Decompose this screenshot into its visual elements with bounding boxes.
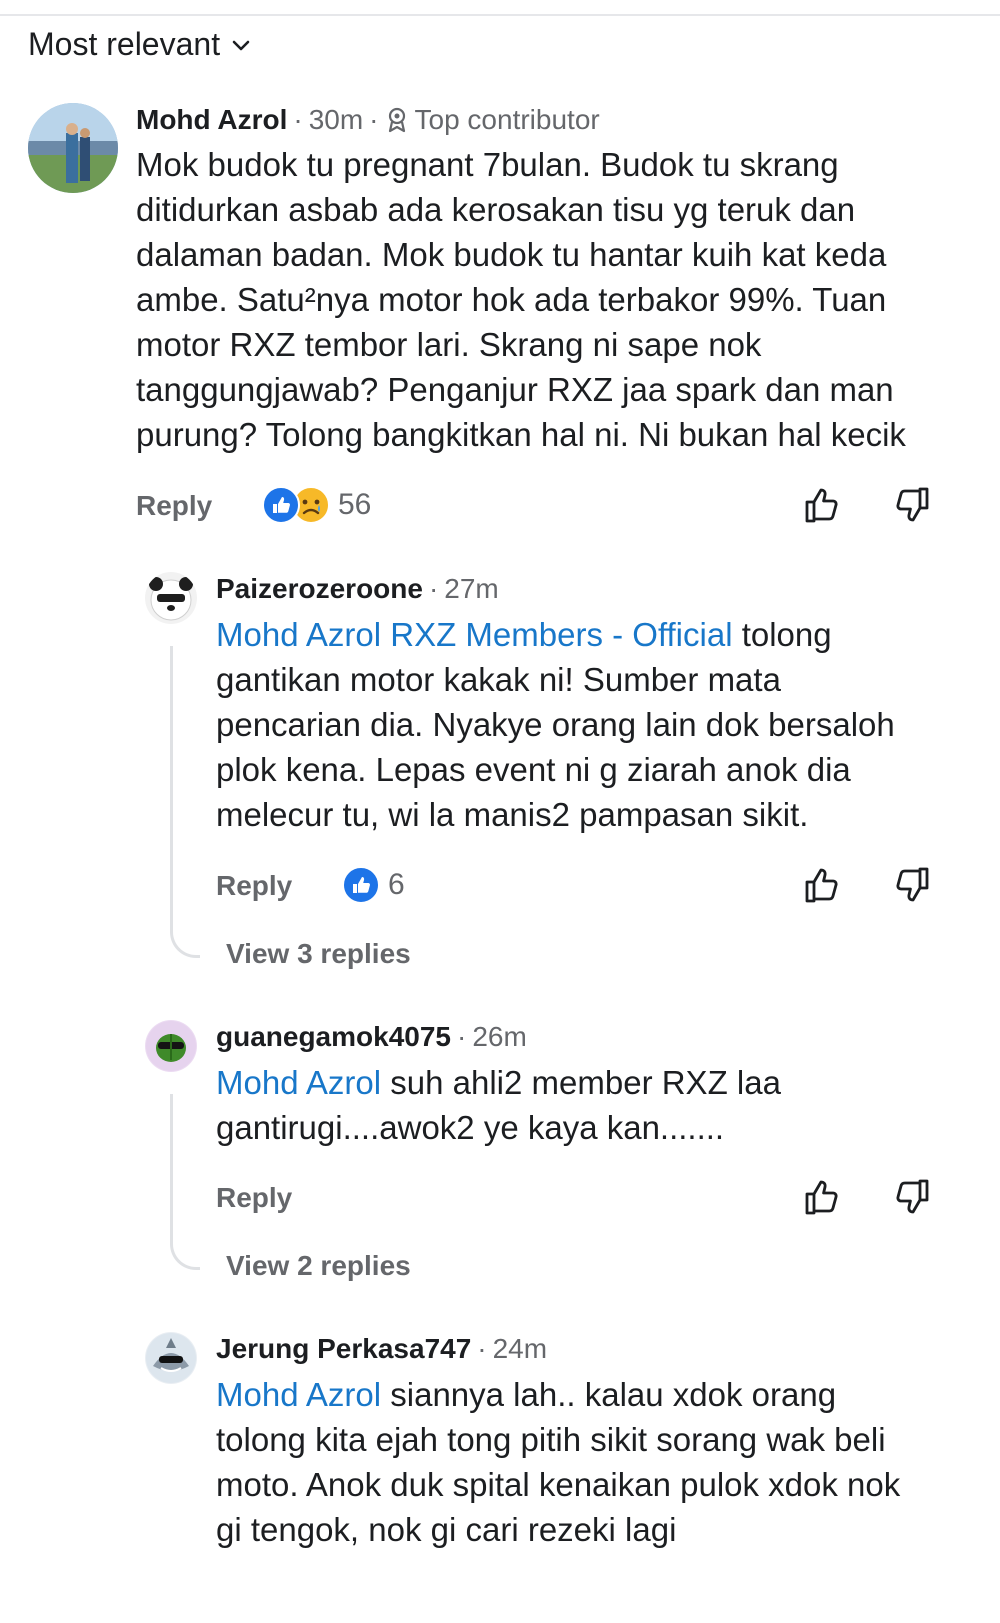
reaction-count: 56 xyxy=(338,488,372,521)
thumbs-down-icon[interactable] xyxy=(890,1176,932,1218)
thumbs-up-icon[interactable] xyxy=(802,484,844,526)
sort-label: Most relevant xyxy=(28,26,221,62)
avatar[interactable] xyxy=(145,1332,197,1384)
reaction-summary[interactable]: 56 xyxy=(262,486,371,524)
comment-line: suh ahli2 member RXZ laa xyxy=(381,1064,781,1101)
comment-line: gantikan motor kakak ni! Sumber mata xyxy=(216,661,781,698)
comment-line: tolong xyxy=(732,616,832,653)
view-replies-button[interactable]: View 2 replies xyxy=(226,1250,411,1282)
comment-line: Mok budok tu pregnant 7bulan. Budok tu s… xyxy=(136,146,839,183)
separator: · xyxy=(477,1333,487,1364)
reply-button[interactable]: Reply xyxy=(216,1182,292,1214)
mention-link[interactable]: Mohd Azrol xyxy=(216,1064,381,1101)
comment-line: purung? Tolong bangkitkan hal ni. Ni buk… xyxy=(136,416,906,453)
reply-button[interactable]: Reply xyxy=(136,490,212,522)
thumbs-up-icon[interactable] xyxy=(802,1176,844,1218)
top-contributor-badge: Top contributor xyxy=(385,104,600,136)
avatar[interactable] xyxy=(28,103,118,193)
reaction-count: 6 xyxy=(388,868,405,901)
comment-text: Mok budok tu pregnant 7bulan. Budok tu s… xyxy=(136,142,966,457)
mention-link[interactable]: Mohd Azrol RXZ Members - Official xyxy=(216,616,733,653)
avatar[interactable] xyxy=(145,572,197,624)
reaction-summary[interactable]: 6 xyxy=(342,866,405,904)
comment-line: pencarian dia. Nyakye orang lain dok ber… xyxy=(216,706,895,743)
comment-author[interactable]: Paizerozeroone xyxy=(216,573,423,605)
comment-author[interactable]: Mohd Azrol xyxy=(136,104,287,136)
comment-line: moto. Anok duk spital kenaikan pulok xdo… xyxy=(216,1466,901,1503)
sort-dropdown[interactable]: Most relevant xyxy=(28,26,252,63)
avatar[interactable] xyxy=(145,1020,197,1072)
comment-author[interactable]: guanegamok4075 xyxy=(216,1021,451,1053)
comment-line: dalaman badan. Mok budok tu hantar kuih … xyxy=(136,236,887,273)
comment-time[interactable]: 30m xyxy=(309,104,363,136)
thumbs-up-icon[interactable] xyxy=(802,864,844,906)
comment-time[interactable]: 27m xyxy=(444,573,498,605)
like-reaction-icon xyxy=(342,866,380,904)
reply-button[interactable]: Reply xyxy=(216,870,292,902)
comment-line: ditidurkan asbab ada kerosakan tisu yg t… xyxy=(136,191,856,228)
comment-text: Mohd Azrol RXZ Members - Official tolong… xyxy=(216,612,966,837)
comment-time[interactable]: 24m xyxy=(493,1333,547,1365)
comment-line: tanggungjawab? Penganjur RXZ jaa spark d… xyxy=(136,371,894,408)
comment-line: melecur tu, wi la manis2 pampasan sikit. xyxy=(216,796,809,833)
comment-line: ambe. Satu²nya motor hok ada terbakor 99… xyxy=(136,281,887,318)
thumbs-down-icon[interactable] xyxy=(890,484,932,526)
like-reaction-icon xyxy=(262,486,300,524)
comment-author[interactable]: Jerung Perkasa747 xyxy=(216,1333,471,1365)
comment-line: siannya lah.. kalau xdok orang xyxy=(381,1376,837,1413)
award-icon xyxy=(388,107,405,133)
comment-line: gi tengok, nok gi cari rezeki lagi xyxy=(216,1511,677,1548)
mention-link[interactable]: Mohd Azrol xyxy=(216,1376,381,1413)
comment-line: tolong kita ejah tong pitih sikit sorang… xyxy=(216,1421,886,1458)
thread-connector xyxy=(170,1094,200,1270)
comment-line: gantirugi....awok2 ye kaya kan....... xyxy=(216,1109,725,1146)
separator: · xyxy=(457,1021,467,1052)
view-replies-button[interactable]: View 3 replies xyxy=(226,938,411,970)
thread-connector xyxy=(170,646,200,958)
comment-time[interactable]: 26m xyxy=(472,1021,526,1053)
badge-label: Top contributor xyxy=(414,104,600,135)
comment-text: Mohd Azrol siannya lah.. kalau xdok oran… xyxy=(216,1372,986,1552)
comment-line: motor RXZ tembor lari. Skrang ni sape no… xyxy=(136,326,762,363)
separator: · xyxy=(293,104,303,135)
separator: · xyxy=(369,104,379,135)
top-divider xyxy=(0,14,1000,16)
thumbs-down-icon[interactable] xyxy=(890,864,932,906)
chevron-down-icon xyxy=(232,40,250,50)
comment-text: Mohd Azrol suh ahli2 member RXZ laa gant… xyxy=(216,1060,966,1150)
comment-line: plok kena. Lepas event ni g ziarah anok … xyxy=(216,751,851,788)
separator: · xyxy=(428,573,439,604)
